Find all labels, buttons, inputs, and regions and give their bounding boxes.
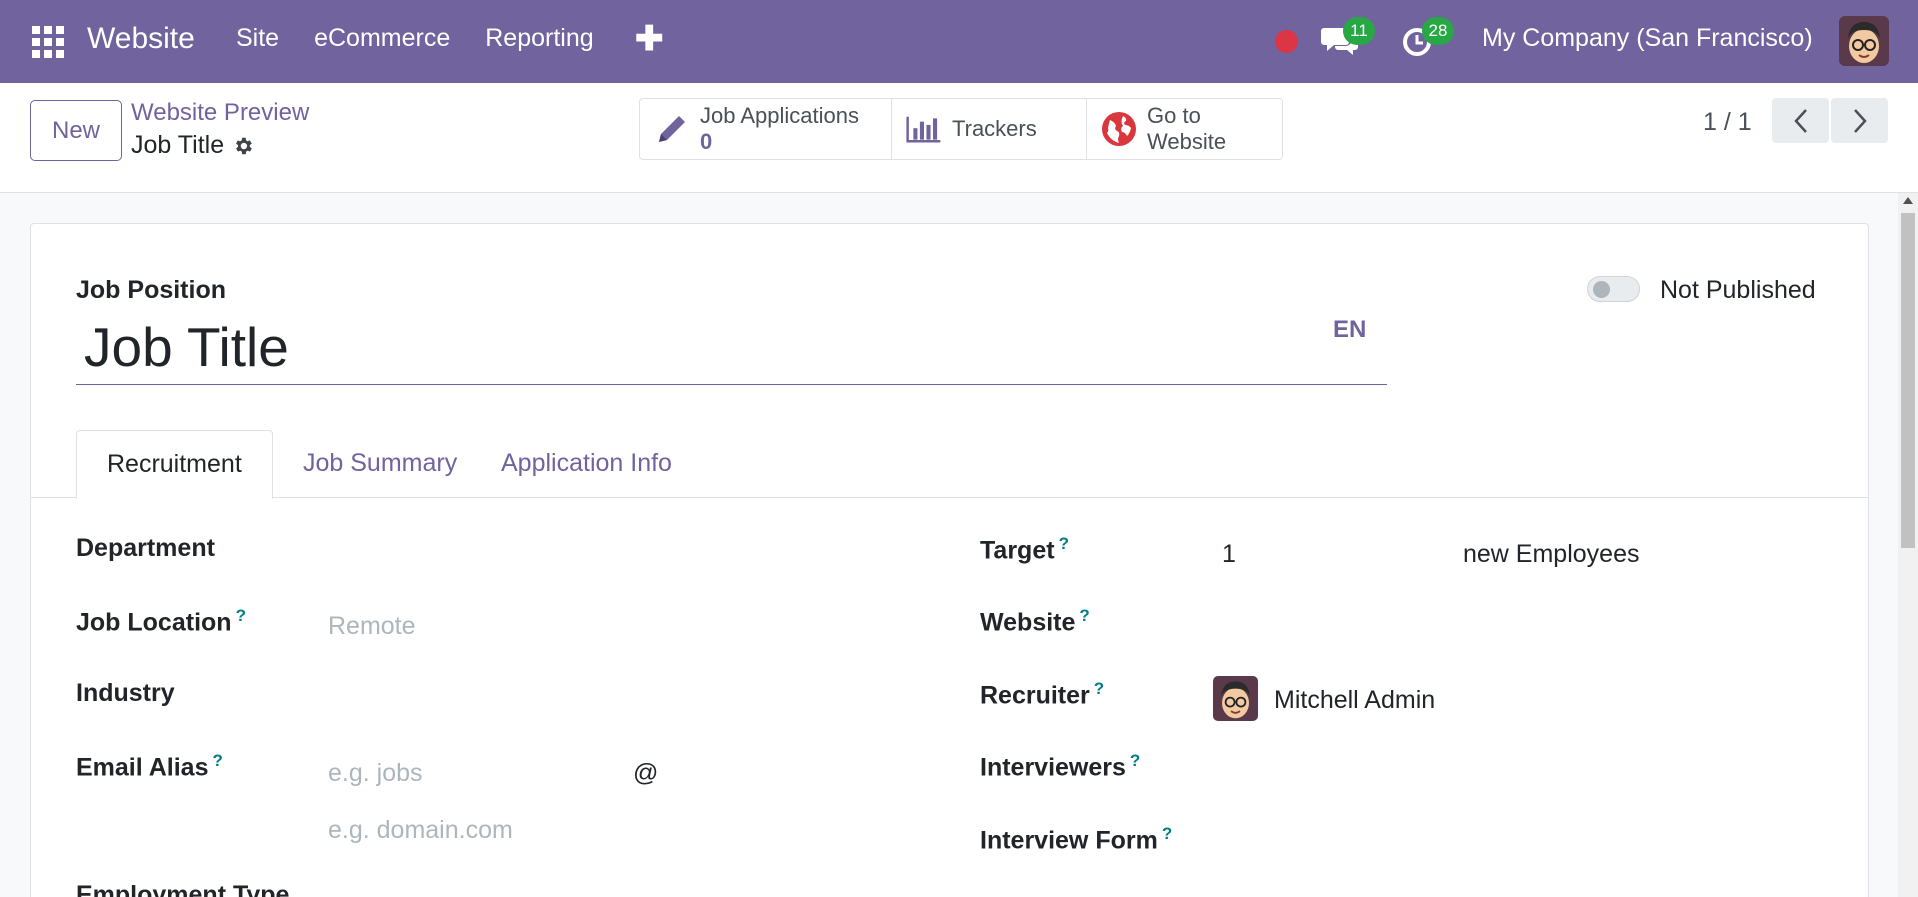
- chevron-left-icon: [1793, 108, 1807, 133]
- go-to-website-button[interactable]: Go to Website: [1087, 99, 1282, 159]
- email-alias-label: Email Alias?: [76, 751, 223, 782]
- recruiter-avatar: [1213, 676, 1258, 721]
- pager-next-button[interactable]: [1831, 98, 1888, 143]
- language-button[interactable]: EN: [1333, 316, 1366, 344]
- target-unit: new Employees: [1463, 540, 1640, 568]
- website-label: Website?: [980, 606, 1090, 637]
- user-avatar[interactable]: [1839, 16, 1889, 66]
- publish-status-label: Not Published: [1660, 276, 1816, 304]
- scroll-thumb[interactable]: [1901, 213, 1915, 548]
- publish-toggle[interactable]: [1587, 276, 1640, 302]
- target-label: Target?: [980, 534, 1069, 565]
- globe-icon: [1101, 111, 1137, 147]
- department-label: Department: [76, 534, 215, 562]
- company-switcher[interactable]: My Company (San Francisco): [1482, 24, 1813, 53]
- tab-application-info[interactable]: Application Info: [471, 430, 702, 499]
- help-tooltip-icon[interactable]: ?: [1059, 534, 1069, 553]
- help-tooltip-icon[interactable]: ?: [1079, 606, 1089, 625]
- trackers-button[interactable]: Trackers: [892, 99, 1087, 159]
- recruiter-value[interactable]: Mitchell Admin: [1274, 686, 1435, 715]
- activities-count-badge: 28: [1422, 17, 1454, 45]
- job-location-label: Job Location?: [76, 606, 246, 637]
- help-tooltip-icon[interactable]: ?: [212, 751, 222, 770]
- help-tooltip-icon[interactable]: ?: [236, 606, 246, 625]
- pager-value[interactable]: 1 / 1: [1703, 108, 1752, 137]
- help-tooltip-icon[interactable]: ?: [1130, 751, 1140, 770]
- help-tooltip-icon[interactable]: ?: [1094, 679, 1104, 698]
- control-panel: New Website Preview Job Title Job Applic…: [0, 83, 1918, 193]
- bar-chart-icon: [906, 111, 942, 147]
- email-alias-input[interactable]: e.g. jobs: [328, 759, 423, 788]
- interview-form-label: Interview Form?: [980, 824, 1173, 855]
- breadcrumb-website-preview[interactable]: Website Preview: [131, 99, 309, 127]
- plus-icon[interactable]: ✚: [635, 22, 664, 56]
- job-position-label: Job Position: [76, 276, 226, 304]
- form-sheet: Job Position Job Title EN Not Published …: [30, 223, 1869, 897]
- email-domain-input[interactable]: e.g. domain.com: [328, 816, 513, 845]
- trackers-label: Trackers: [952, 116, 1037, 141]
- tab-job-summary[interactable]: Job Summary: [273, 430, 487, 499]
- new-button[interactable]: New: [30, 100, 122, 161]
- tab-recruitment[interactable]: Recruitment: [76, 430, 273, 499]
- page-scrollbar[interactable]: [1898, 193, 1918, 897]
- recruiter-label: Recruiter?: [980, 679, 1105, 710]
- apps-grid-icon[interactable]: [31, 25, 65, 59]
- job-title-input[interactable]: Job Title: [76, 309, 1387, 385]
- help-tooltip-icon[interactable]: ?: [1162, 824, 1172, 843]
- menu-item-ecommerce[interactable]: eCommerce: [314, 24, 450, 53]
- target-input[interactable]: 1: [1222, 540, 1236, 569]
- at-sign: @: [633, 759, 659, 787]
- record-name: Job Title: [131, 131, 254, 160]
- main-menu: Site eCommerce Reporting: [236, 24, 594, 53]
- interviewers-label: Interviewers?: [980, 751, 1141, 782]
- top-navbar: Website Site eCommerce Reporting ✚ 11 28…: [0, 0, 1918, 83]
- pencil-icon: [654, 111, 690, 147]
- smart-buttons: Job Applications 0 Trackers Go to Websit…: [639, 98, 1283, 160]
- go-to-label-line1: Go to: [1147, 103, 1201, 128]
- menu-item-site[interactable]: Site: [236, 24, 279, 53]
- scroll-up-arrow-icon[interactable]: [1903, 197, 1913, 204]
- go-to-label-line2: Website: [1147, 129, 1227, 154]
- recording-indicator-icon[interactable]: [1275, 30, 1298, 53]
- chevron-right-icon: [1853, 108, 1867, 133]
- menu-item-reporting[interactable]: Reporting: [485, 24, 593, 53]
- industry-label: Industry: [76, 679, 175, 707]
- record-name-text: Job Title: [131, 131, 225, 159]
- job-applications-label: Job Applications: [700, 103, 859, 128]
- pager-previous-button[interactable]: [1772, 98, 1829, 143]
- gear-icon[interactable]: [232, 135, 254, 157]
- messages-count-badge: 11: [1343, 17, 1375, 45]
- form-tabs: Recruitment Job Summary Application Info: [31, 430, 1868, 499]
- job-applications-count: 0: [700, 129, 713, 154]
- employment-type-label: Employment Type: [76, 881, 290, 897]
- app-title[interactable]: Website: [87, 22, 195, 56]
- job-applications-button[interactable]: Job Applications 0: [640, 99, 892, 159]
- job-location-input[interactable]: Remote: [328, 612, 416, 641]
